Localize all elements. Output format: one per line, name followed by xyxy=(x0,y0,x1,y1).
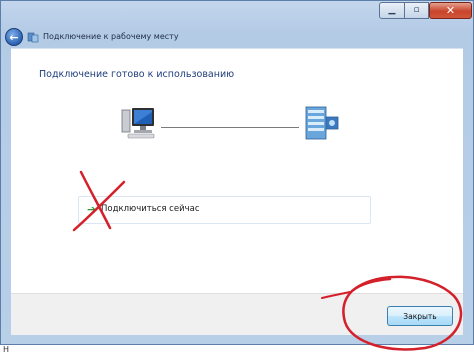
network-folder-icon xyxy=(27,32,39,43)
connection-line xyxy=(161,127,299,128)
content-panel: Подключение готово к использованию ➔ Под… xyxy=(11,48,463,294)
title-bar: ▁ ▫ ✕ ← Подключение к рабочему месту xyxy=(1,1,473,46)
close-button[interactable]: Закрыть xyxy=(387,306,453,326)
back-button[interactable]: ← xyxy=(5,28,23,46)
window-title: Подключение к рабочему месту xyxy=(43,32,179,41)
maximize-button[interactable]: ▫ xyxy=(404,2,429,19)
connect-now-label: Подключиться сейчас xyxy=(101,204,200,214)
maximize-icon: ▫ xyxy=(413,5,420,15)
connect-now-option[interactable]: ➔ Подключиться сейчас xyxy=(78,196,371,224)
back-arrow-icon: ← xyxy=(9,30,19,44)
page-heading: Подключение готово к использованию xyxy=(39,69,235,80)
dialog-footer: Закрыть xyxy=(11,293,463,335)
green-arrow-icon: ➔ xyxy=(87,203,97,216)
minimize-button[interactable]: ▁ xyxy=(379,2,405,19)
server-icon xyxy=(305,106,339,140)
close-window-button[interactable]: ✕ xyxy=(429,2,472,19)
close-icon: ✕ xyxy=(445,4,456,17)
computer-icon xyxy=(121,108,155,139)
bottom-label: Н xyxy=(3,345,10,354)
minimize-icon: ▁ xyxy=(388,5,396,15)
dialog-window: ▁ ▫ ✕ ← Подключение к рабочему месту Под… xyxy=(0,0,474,345)
